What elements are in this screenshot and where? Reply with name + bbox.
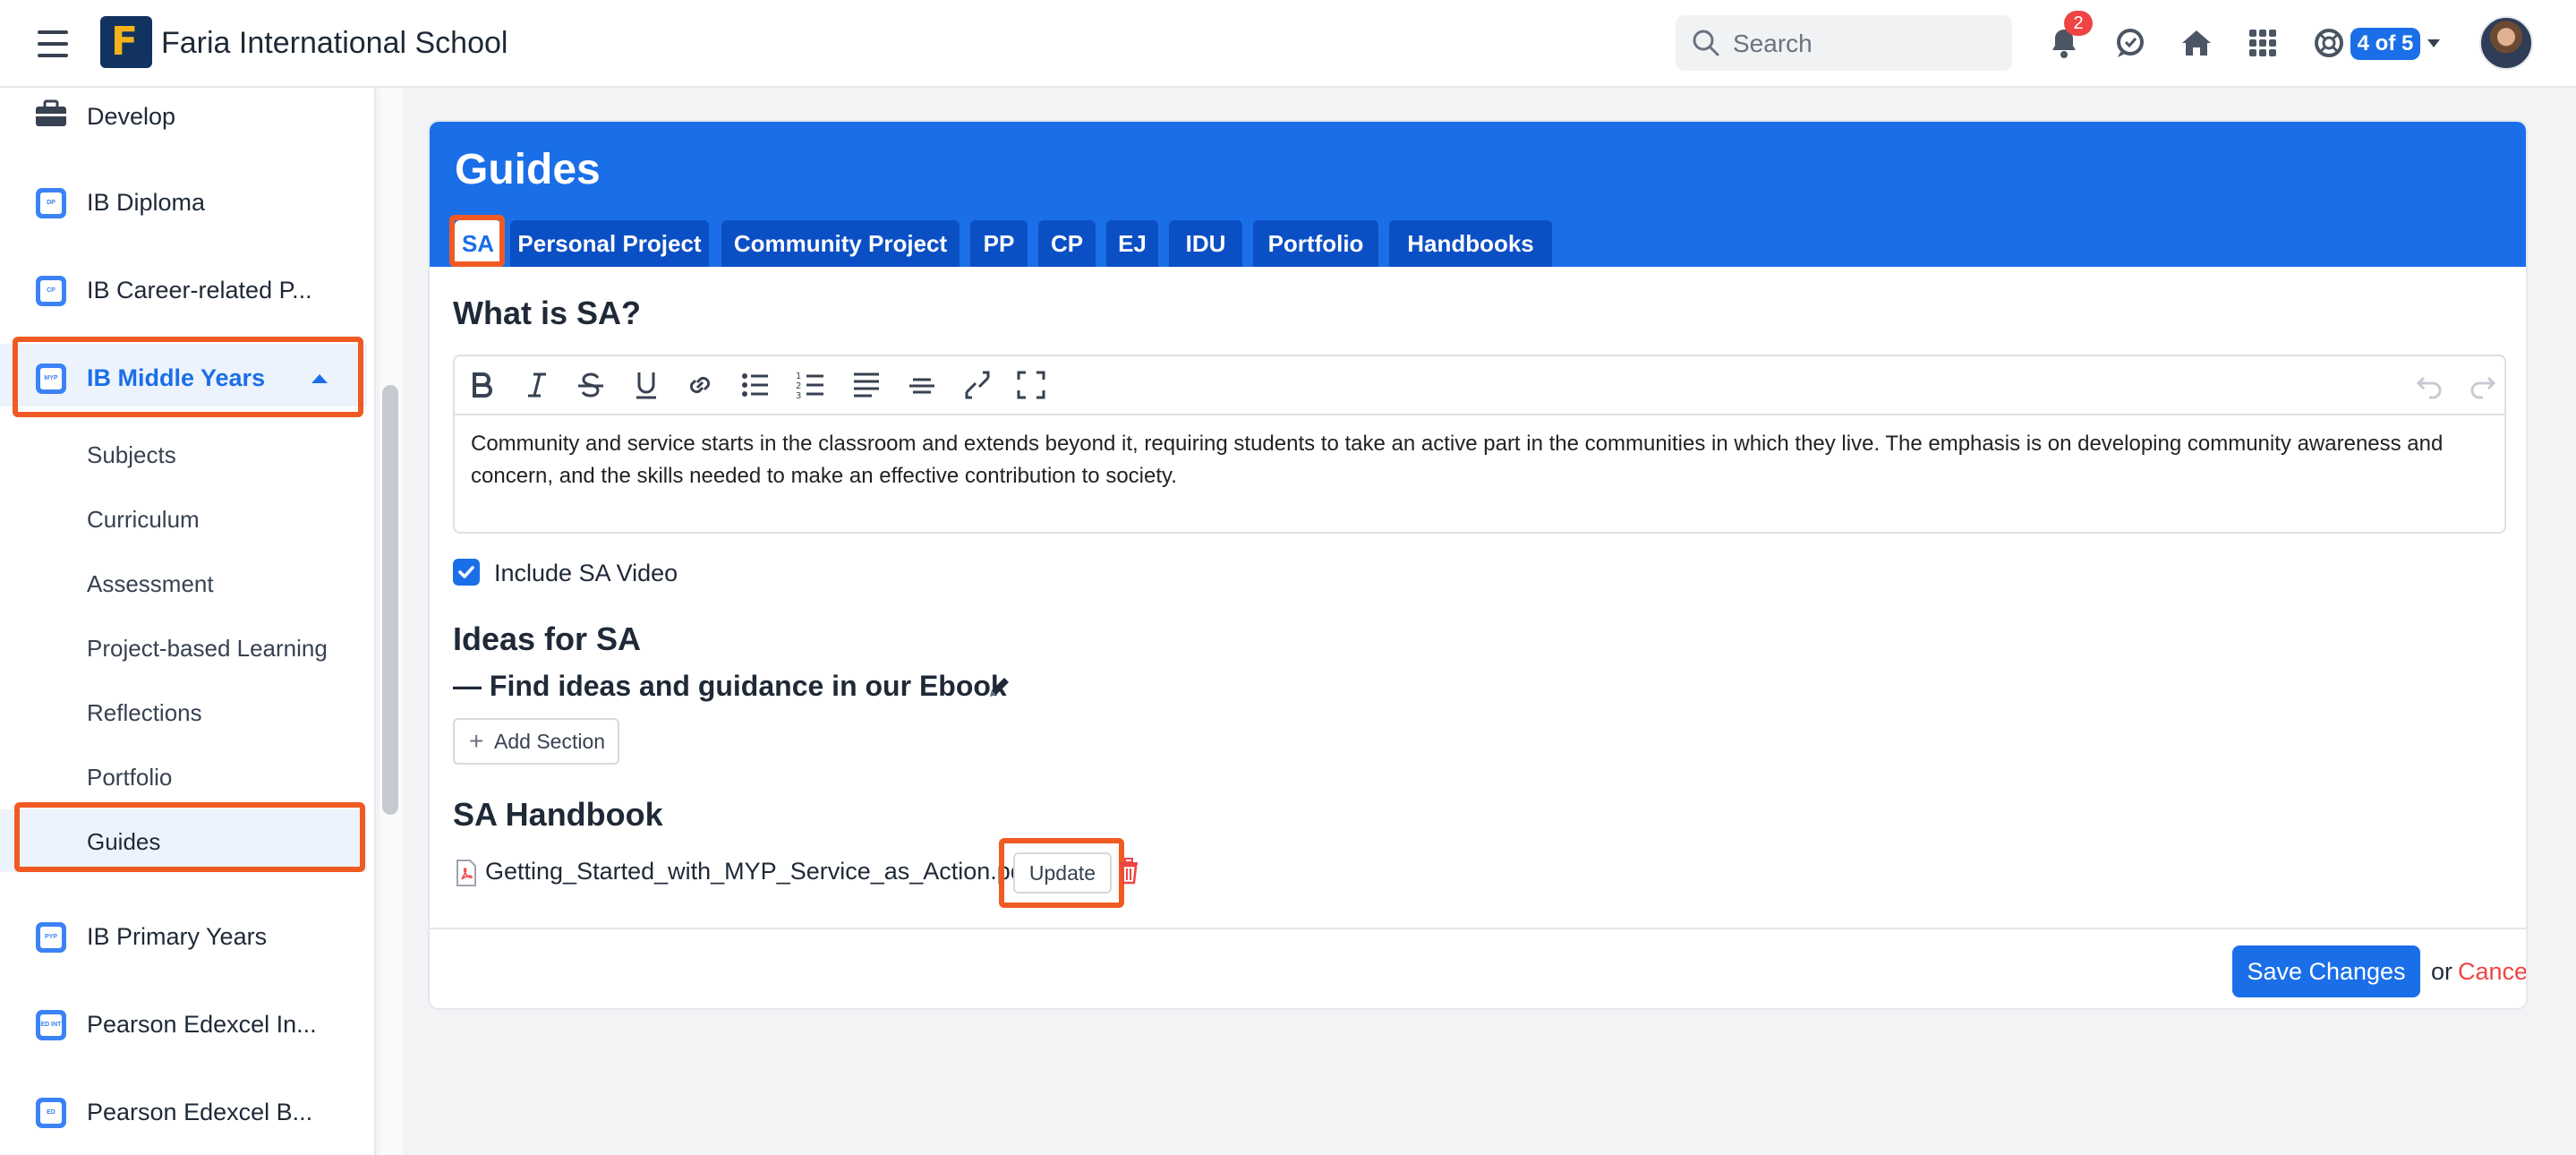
- search-input[interactable]: [1731, 26, 1994, 62]
- sidebar-subitem-subjects[interactable]: Subjects: [0, 423, 367, 485]
- svg-text:1: 1: [796, 372, 801, 381]
- update-button[interactable]: Update: [1013, 852, 1112, 894]
- sidebar-subitem-portfolio[interactable]: Portfolio: [0, 745, 367, 808]
- ib-career-related-icon: CP: [36, 276, 66, 306]
- top-bar: F Faria International School 2 4: [0, 0, 2576, 88]
- pearson-edexcel-icon: ED: [36, 1098, 66, 1128]
- bullet-list-icon[interactable]: [738, 367, 773, 403]
- pager-badge[interactable]: 4 of 5: [2350, 28, 2420, 60]
- chevron-up-icon[interactable]: [311, 374, 328, 383]
- tab-sa[interactable]: SA: [455, 220, 501, 267]
- save-changes-button[interactable]: Save Changes: [2232, 945, 2420, 997]
- what-is-heading: What is SA?: [453, 295, 642, 331]
- chevron-down-icon[interactable]: [2427, 39, 2440, 47]
- sidebar-item-label: Pearson Edexcel In...: [87, 1011, 317, 1038]
- underline-icon[interactable]: [628, 367, 664, 403]
- app-title: Faria International School: [161, 26, 508, 60]
- divider: [430, 928, 2526, 929]
- sidebar-item-label: IB Diploma: [87, 189, 206, 216]
- search-box[interactable]: [1676, 15, 2012, 71]
- sidebar-item-develop[interactable]: Develop: [0, 88, 367, 145]
- sidebar-item-ib-career-related[interactable]: CP IB Career-related P...: [0, 256, 367, 319]
- numbered-list-icon[interactable]: 123: [793, 367, 829, 403]
- pencil-icon[interactable]: [986, 673, 1013, 700]
- editor-text[interactable]: Community and service starts in the clas…: [471, 428, 2488, 492]
- pearson-edexcel-icon: ED INT: [36, 1010, 66, 1040]
- tab-personal-project[interactable]: Personal Project: [510, 220, 709, 267]
- handbook-heading: SA Handbook: [453, 796, 663, 833]
- or-text: or: [2431, 958, 2453, 985]
- sidebar-item-label: IB Career-related P...: [87, 277, 312, 304]
- sidebar-item-label: Pearson Edexcel B...: [87, 1099, 313, 1125]
- sidebar-item-label: IB Primary Years: [87, 923, 268, 950]
- tab-portfolio[interactable]: Portfolio: [1253, 220, 1378, 267]
- trash-icon[interactable]: [1117, 858, 1140, 885]
- tab-cp[interactable]: CP: [1038, 220, 1096, 267]
- sidebar-item-label: IB Middle Years: [87, 364, 266, 391]
- page-title: Guides: [455, 146, 601, 193]
- notification-badge: 2: [2064, 11, 2093, 36]
- ideas-heading: Ideas for SA: [453, 620, 642, 657]
- sidebar-item-label: Develop: [87, 103, 176, 130]
- fullscreen-icon[interactable]: [1013, 367, 1049, 403]
- checkmark-icon: [458, 566, 474, 578]
- align-icon[interactable]: [849, 367, 884, 403]
- home-icon[interactable]: [2179, 25, 2214, 61]
- sidebar-subitem-guides[interactable]: Guides: [0, 809, 367, 872]
- sidebar-subitem-curriculum[interactable]: Curriculum: [0, 487, 367, 550]
- apps-grid-icon[interactable]: [2245, 25, 2281, 61]
- undo-icon[interactable]: [2411, 367, 2447, 403]
- sidebar-item-ib-middle-years[interactable]: MYP IB Middle Years: [0, 344, 367, 406]
- ib-middle-years-icon: MYP: [36, 364, 66, 394]
- tab-handbooks[interactable]: Handbooks: [1389, 220, 1552, 267]
- search-icon: [1693, 30, 1719, 56]
- sidebar-item-pearson-edexcel-btec[interactable]: ED Pearson Edexcel B...: [0, 1078, 367, 1141]
- link-icon[interactable]: [682, 367, 718, 403]
- ideas-ebook-line: — Find ideas and guidance in our Ebook: [453, 670, 1007, 702]
- tab-idu[interactable]: IDU: [1169, 220, 1242, 267]
- chat-icon[interactable]: [2112, 25, 2148, 61]
- school-logo[interactable]: F: [100, 16, 152, 68]
- add-section-button[interactable]: + Add Section: [453, 718, 619, 765]
- ib-diploma-icon: DP: [36, 188, 66, 218]
- pdf-file-icon: [456, 860, 476, 886]
- include-video-checkbox[interactable]: [453, 559, 480, 586]
- sidebar-item-pearson-edexcel-international[interactable]: ED INT Pearson Edexcel In...: [0, 990, 367, 1053]
- horizontal-rule-icon[interactable]: [904, 367, 940, 403]
- embed-icon[interactable]: [960, 367, 995, 403]
- redo-icon[interactable]: [2465, 367, 2501, 403]
- sidebar-subitem-assessment[interactable]: Assessment: [0, 552, 367, 614]
- svg-text:2: 2: [796, 381, 801, 391]
- rich-text-editor[interactable]: 123 Community and service starts in the …: [453, 355, 2506, 534]
- cancel-link[interactable]: Cancel: [2458, 956, 2526, 987]
- sidebar-subitem-project-based-learning[interactable]: Project-based Learning: [0, 616, 367, 679]
- card-header: Guides SA Personal Project Community Pro…: [430, 122, 2526, 267]
- plus-icon: +: [469, 727, 484, 755]
- svg-text:3: 3: [796, 391, 801, 401]
- sidebar-item-ib-diploma[interactable]: DP IB Diploma: [0, 168, 367, 231]
- handbook-file-link[interactable]: Getting_Started_with_MYP_Service_as_Acti…: [485, 856, 1030, 886]
- strikethrough-icon[interactable]: [573, 367, 609, 403]
- help-lifebuoy-icon[interactable]: [2311, 25, 2347, 61]
- include-video-label[interactable]: Include SA Video: [494, 559, 678, 587]
- editor-toolbar: 123: [455, 356, 2504, 415]
- tab-ej[interactable]: EJ: [1106, 220, 1158, 267]
- sidebar-item-ib-primary-years[interactable]: PYP IB Primary Years: [0, 903, 367, 965]
- sidebar: Develop DP IB Diploma CP IB Career-relat…: [0, 88, 376, 1155]
- italic-icon[interactable]: [519, 367, 555, 403]
- briefcase-icon: [36, 99, 66, 126]
- bold-icon[interactable]: [464, 367, 499, 403]
- sidebar-subitem-reflections[interactable]: Reflections: [0, 680, 367, 743]
- tab-community-project[interactable]: Community Project: [721, 220, 960, 267]
- tab-pp[interactable]: PP: [970, 220, 1028, 267]
- avatar[interactable]: [2479, 16, 2533, 70]
- sidebar-scrollbar-thumb[interactable]: [382, 385, 398, 815]
- guides-card: Guides SA Personal Project Community Pro…: [428, 120, 2528, 1010]
- menu-icon[interactable]: [38, 30, 68, 57]
- ib-primary-years-icon: PYP: [36, 922, 66, 953]
